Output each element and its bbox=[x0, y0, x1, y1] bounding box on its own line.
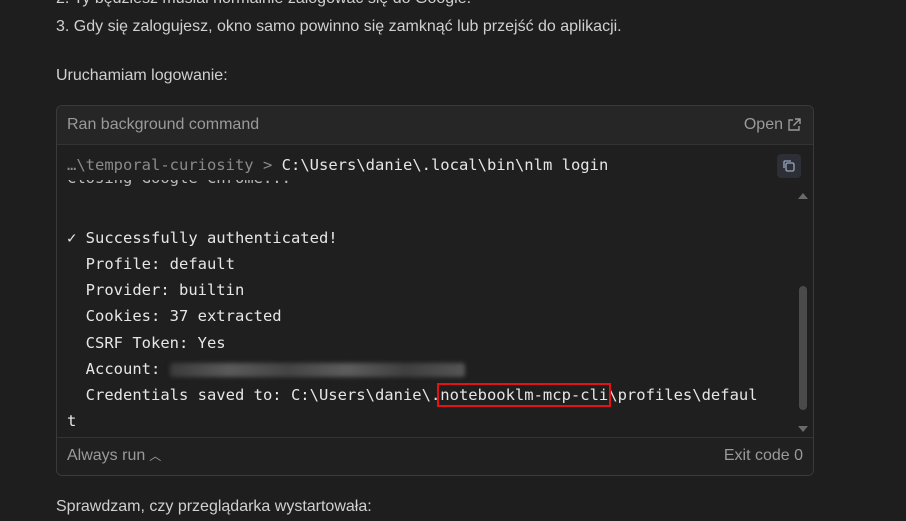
scroll-down-arrow-icon[interactable] bbox=[798, 426, 808, 432]
command-separator: > bbox=[262, 156, 273, 174]
open-button[interactable]: Open bbox=[744, 116, 801, 134]
chevron-up-icon: ︿ bbox=[149, 449, 162, 463]
command-line: …\temporal-curiosity > C:\Users\danie\.l… bbox=[67, 156, 608, 174]
output-credentials-wrap: t bbox=[67, 412, 77, 430]
always-run-toggle[interactable]: Always run ︿ bbox=[67, 447, 161, 465]
card-header: Ran background command Open bbox=[57, 106, 813, 145]
command-card: Ran background command Open …\temporal-c… bbox=[56, 105, 814, 476]
card-footer: Always run ︿ Exit code 0 bbox=[57, 437, 813, 475]
output-provider: Provider: builtin bbox=[67, 281, 245, 299]
external-link-icon bbox=[788, 118, 801, 131]
exit-code: Exit code 0 bbox=[723, 447, 803, 464]
output-scrollbar[interactable] bbox=[797, 190, 809, 432]
scroll-up-arrow-icon[interactable] bbox=[798, 193, 808, 199]
open-label: Open bbox=[743, 116, 783, 133]
command-text: C:\Users\danie\.local\bin\nlm login bbox=[281, 156, 609, 174]
scroll-thumb[interactable] bbox=[799, 286, 807, 410]
always-run-label: Always run bbox=[67, 447, 146, 464]
output-line-cut: Closing Google Chrome... bbox=[67, 180, 291, 189]
copy-button[interactable] bbox=[777, 154, 801, 178]
copy-icon bbox=[783, 160, 795, 172]
instruction-line-2: 2. Ty będziesz musiał normalnie zalogowa… bbox=[56, 0, 471, 8]
account-label: Account: bbox=[67, 360, 170, 378]
output-account: Account: bbox=[67, 358, 465, 380]
credentials-suffix: \profiles\defaul bbox=[608, 386, 758, 404]
redacted-account bbox=[169, 362, 465, 377]
command-output: Closing Google Chrome... ✓ Successfully … bbox=[67, 180, 787, 432]
intro-text: Uruchamiam logowanie: bbox=[56, 67, 228, 84]
output-cookies: Cookies: 37 extracted bbox=[67, 307, 282, 325]
output-credentials: Credentials saved to: C:\Users\danie\.no… bbox=[67, 383, 758, 407]
highlighted-folder: notebooklm-mcp-cli bbox=[437, 383, 612, 407]
outro-text: Sprawdzam, czy przeglądarka wystartowała… bbox=[56, 498, 372, 515]
command-cwd: …\temporal-curiosity bbox=[67, 156, 254, 174]
output-profile: Profile: default bbox=[67, 255, 235, 273]
output-success: ✓ Successfully authenticated! bbox=[67, 229, 338, 247]
instruction-line-3: 3. Gdy się zalogujesz, okno samo powinno… bbox=[56, 18, 622, 35]
credentials-prefix: Credentials saved to: C:\Users\danie\. bbox=[67, 386, 441, 404]
output-csrf: CSRF Token: Yes bbox=[67, 334, 226, 352]
card-title: Ran background command bbox=[67, 116, 260, 133]
